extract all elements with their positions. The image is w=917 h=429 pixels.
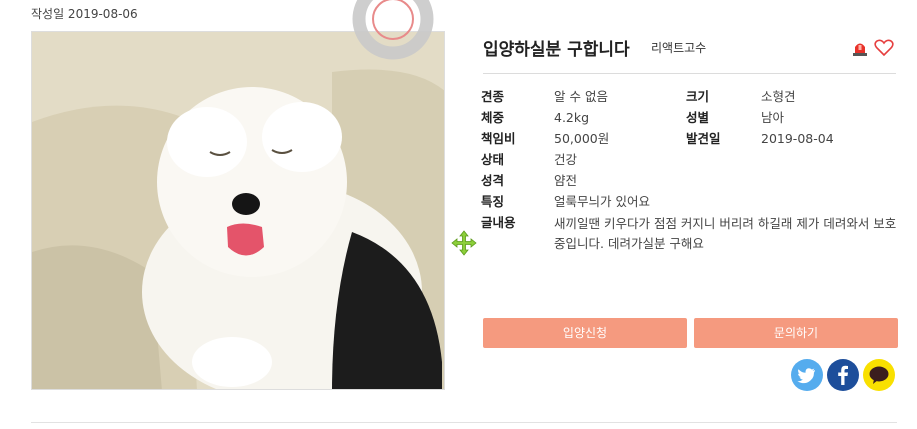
content-value: 새끼일땐 키우다가 점점 커지니 버리려 하길래 제가 데려와서 보호중입니다.…	[554, 216, 897, 251]
weight-label: 체중	[481, 110, 505, 125]
content-label: 글내용	[481, 215, 516, 230]
dog-photo[interactable]	[31, 31, 445, 390]
feature-label: 특징	[481, 194, 505, 209]
size-value: 소형견	[761, 89, 796, 104]
heart-outline-icon[interactable]	[874, 39, 894, 57]
divider	[31, 422, 897, 423]
loading-spinner-icon	[352, 0, 434, 60]
health-value: 건강	[554, 152, 578, 167]
weight-value: 4.2kg	[554, 110, 590, 125]
siren-report-icon[interactable]	[851, 39, 869, 57]
fee-label: 책임비	[481, 131, 516, 146]
health-label: 상태	[481, 152, 505, 167]
breed-value: 알 수 없음	[554, 89, 608, 104]
post-header: 입양하실분 구합니다 리액트고수	[483, 33, 896, 74]
post-author[interactable]: 리액트고수	[651, 39, 706, 56]
move-cursor-icon	[451, 230, 477, 256]
gender-value: 남아	[761, 110, 785, 125]
fee-value: 50,000원	[554, 131, 610, 146]
post-date: 작성일 2019-08-06	[31, 7, 138, 21]
post-title: 입양하실분 구합니다	[483, 40, 630, 60]
slide-indicator[interactable]	[227, 368, 249, 370]
temper-value: 얌전	[554, 173, 578, 188]
adopt-button[interactable]: 입양신청	[483, 318, 687, 348]
kakaotalk-icon[interactable]	[863, 359, 895, 391]
found-date-value: 2019-08-04	[761, 131, 834, 146]
twitter-icon[interactable]	[791, 359, 823, 391]
breed-label: 견종	[481, 89, 505, 104]
gender-label: 성별	[686, 110, 710, 125]
size-label: 크기	[686, 89, 710, 104]
inquiry-button[interactable]: 문의하기	[694, 318, 898, 348]
temper-label: 성격	[481, 173, 505, 188]
feature-value: 얼룩무늬가 있어요	[554, 194, 650, 209]
facebook-icon[interactable]	[827, 359, 859, 391]
dog-photo-illustration	[32, 32, 444, 389]
found-date-label: 발견일	[686, 131, 721, 146]
